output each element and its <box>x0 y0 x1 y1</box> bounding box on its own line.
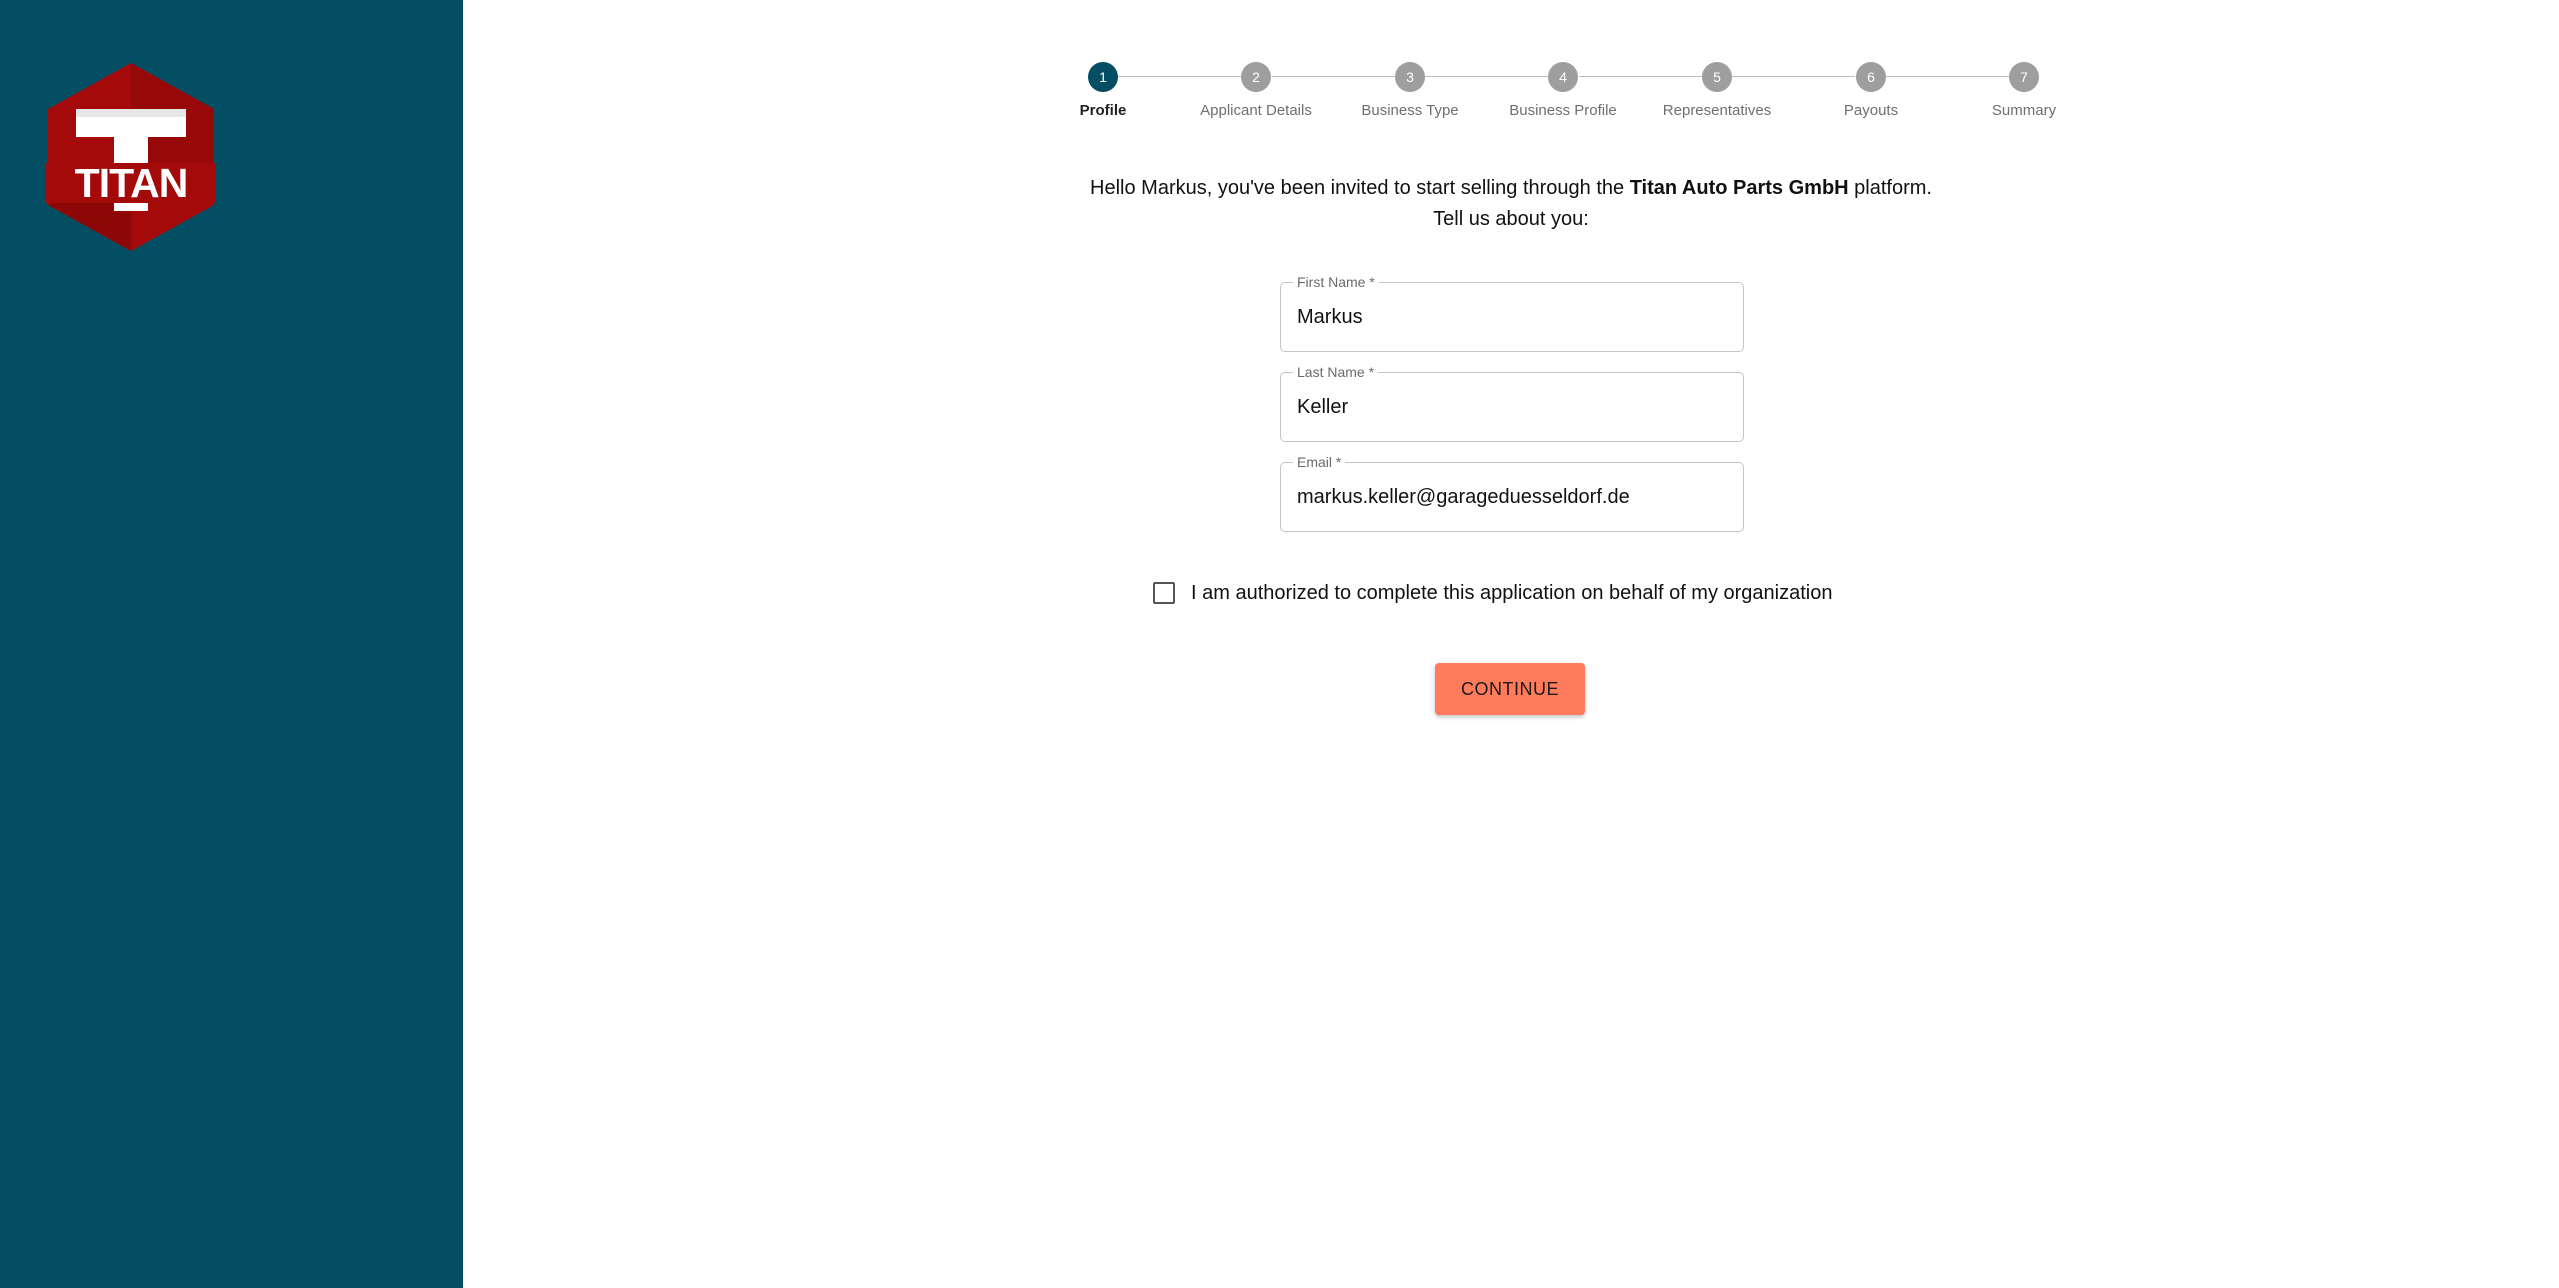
step-summary[interactable]: 7 Summary <box>1944 60 2104 119</box>
authorized-checkbox[interactable] <box>1153 582 1175 604</box>
step-label: Applicant Details <box>1200 102 1312 119</box>
first-name-field: First Name * <box>1280 274 1744 352</box>
sidebar: TITAN TITAN <box>0 0 463 1288</box>
step-number: 6 <box>1856 62 1886 92</box>
step-representatives[interactable]: 5 Representatives <box>1637 60 1797 119</box>
email-label: Email * <box>1293 454 1346 470</box>
step-applicant-details[interactable]: 2 Applicant Details <box>1176 60 1336 119</box>
titan-logo: TITAN TITAN <box>44 61 218 253</box>
step-business-profile[interactable]: 4 Business Profile <box>1483 60 1643 119</box>
step-number: 3 <box>1395 62 1425 92</box>
progress-stepper: 1 Profile 2 Applicant Details 3 Business… <box>1023 60 2056 130</box>
email-field: Email * <box>1280 454 1744 532</box>
intro-line-2: Tell us about you: <box>1433 208 1589 230</box>
last-name-field: Last Name * <box>1280 364 1744 442</box>
email-input[interactable] <box>1281 463 1743 531</box>
authorized-label: I am authorized to complete this applica… <box>1191 581 1833 604</box>
step-label: Summary <box>1991 102 2057 119</box>
step-number: 2 <box>1241 62 1271 92</box>
step-number: 4 <box>1548 62 1578 92</box>
last-name-input[interactable] <box>1281 373 1743 441</box>
authorized-checkbox-row[interactable]: I am authorized to complete this applica… <box>1153 580 1832 606</box>
main-content: 1 Profile 2 Applicant Details 3 Business… <box>463 0 2559 1288</box>
step-label: Representatives <box>1662 102 1772 119</box>
intro-line-1: Hello Markus, you've been invited to sta… <box>1090 177 1932 199</box>
logo-wordmark: TITAN <box>75 160 188 206</box>
step-label: Payouts <box>1843 102 1899 119</box>
step-label: Business Profile <box>1509 102 1617 119</box>
step-label: Profile <box>1079 102 1127 119</box>
company-name: Titan Auto Parts GmbH <box>1629 177 1849 199</box>
step-number: 1 <box>1088 62 1118 92</box>
step-profile[interactable]: 1 Profile <box>1023 60 1183 119</box>
last-name-label: Last Name * <box>1293 364 1379 380</box>
first-name-label: First Name * <box>1293 274 1379 290</box>
step-payouts[interactable]: 6 Payouts <box>1791 60 1951 119</box>
step-label: Business Type <box>1361 102 1459 119</box>
step-business-type[interactable]: 3 Business Type <box>1330 60 1490 119</box>
step-number: 7 <box>2009 62 2039 92</box>
first-name-input[interactable] <box>1281 283 1743 351</box>
intro-text: Hello Markus, you've been invited to sta… <box>463 173 2559 235</box>
continue-button[interactable]: CONTINUE <box>1435 663 1585 715</box>
step-number: 5 <box>1702 62 1732 92</box>
